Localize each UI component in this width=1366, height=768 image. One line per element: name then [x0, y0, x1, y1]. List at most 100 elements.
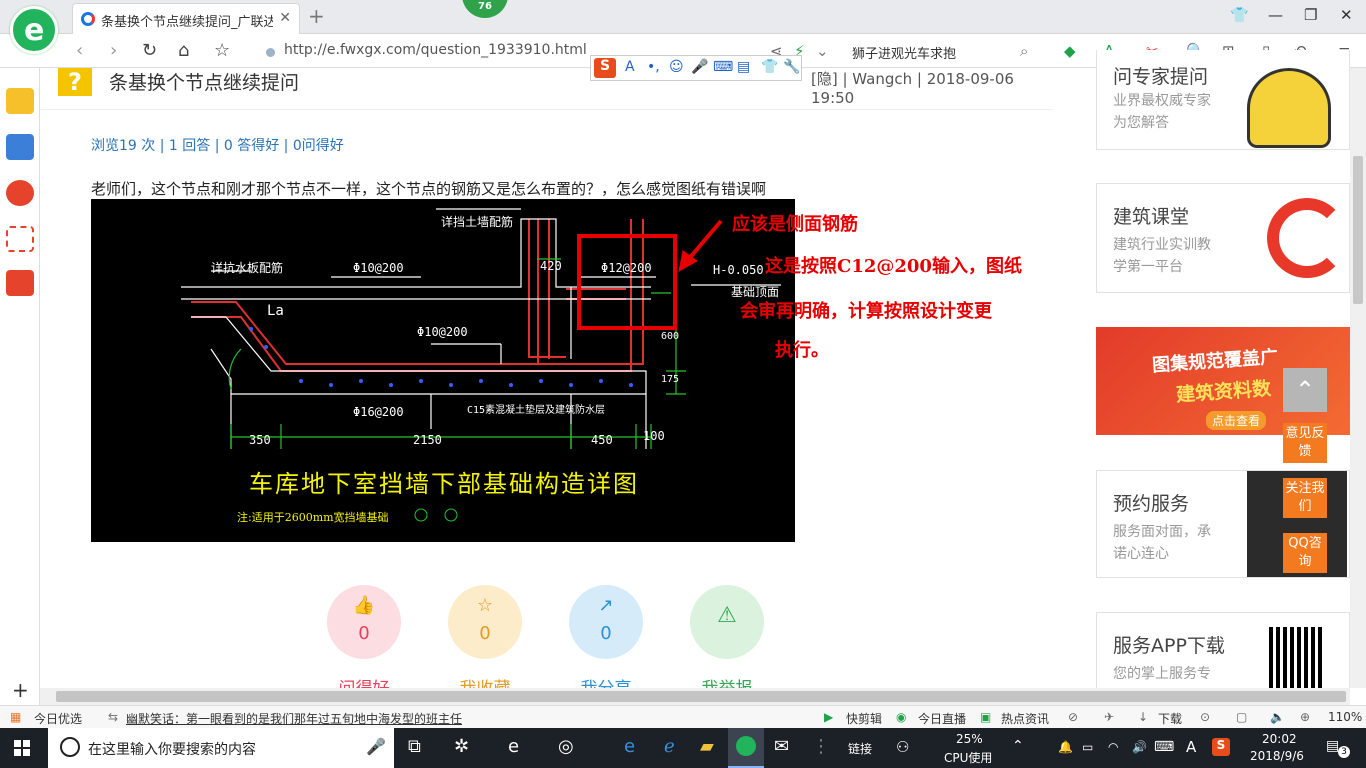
today-picks[interactable]: 今日优选	[34, 710, 82, 727]
speed-badge[interactable]: 76	[462, 0, 508, 18]
zoom-icon[interactable]: ⊕	[1300, 710, 1310, 724]
weibo-icon[interactable]	[6, 180, 34, 206]
windows-taskbar: 在这里输入你要搜索的内容 🎤 ⧉ ✲ e ◎ e ℯ ▰ ✉ ⋮ 链接 ⚇ 25…	[0, 728, 1366, 768]
forward-icon[interactable]: ›	[110, 40, 117, 61]
notification-bell-icon[interactable]: 🔔	[1058, 740, 1073, 754]
ime-keyboard-icon[interactable]: ⌨	[713, 59, 733, 75]
ime-voice-icon[interactable]: 🎤	[691, 59, 708, 75]
vertical-scrollbar[interactable]	[1350, 68, 1366, 688]
add-icon[interactable]: +	[12, 678, 29, 702]
star-outline-icon: ☆	[476, 595, 494, 616]
feedback-button[interactable]: 意见反馈	[1283, 423, 1327, 463]
scroll-thumb[interactable]	[56, 691, 1346, 702]
chevron-up-icon[interactable]: ⌃	[1012, 738, 1024, 754]
task-view-icon[interactable]: ⧉	[408, 736, 421, 757]
back-to-top-button[interactable]: ⌃	[1283, 368, 1327, 412]
shirt-skin-icon[interactable]: 👕	[1230, 6, 1249, 24]
ime-tools-icon[interactable]: ▤	[737, 59, 750, 75]
classroom-card[interactable]: 建筑课堂 建筑行业实训教 学第一平台	[1096, 183, 1350, 293]
back-icon[interactable]: ‹	[76, 40, 83, 61]
reader-icon[interactable]	[6, 134, 34, 160]
quickedit-icon: ▶	[824, 710, 834, 724]
search-input[interactable]: 狮子进观光车求抱	[846, 39, 1042, 63]
folder-icon[interactable]: ▰	[700, 736, 714, 757]
scroll-thumb[interactable]	[1353, 156, 1363, 304]
refresh-icon[interactable]: ↻	[142, 40, 157, 61]
zoom-level[interactable]: 110%	[1328, 710, 1362, 724]
browser-logo-icon[interactable]: e	[10, 6, 58, 54]
wifi-icon[interactable]: ◠	[1108, 740, 1118, 754]
news-ticker[interactable]: 幽默笑话：第一眼看到的是我们那年过五旬地中海发型的班主任	[126, 710, 462, 727]
ask-expert-card[interactable]: 问专家提问 业界最权威专家 为您解答	[1096, 50, 1350, 150]
sogou-tray-icon[interactable]: S	[1212, 738, 1230, 756]
ime-skin-icon[interactable]: 👕	[761, 59, 778, 75]
taskbar-search-input[interactable]: 在这里输入你要搜索的内容 🎤	[48, 728, 394, 768]
share-button[interactable]: ↗ 0	[569, 585, 643, 659]
cad-dimension: 2150	[413, 433, 442, 447]
cleanup-icon[interactable]: ⊙	[1200, 710, 1210, 724]
banner-line2: 建筑资料数	[1175, 377, 1272, 407]
link-label[interactable]: 链接	[848, 740, 872, 757]
warning-icon: ⚠	[717, 603, 737, 628]
card-title: 服务APP下载	[1113, 635, 1225, 657]
edge-icon[interactable]: e	[624, 736, 635, 757]
home-icon[interactable]: ⌂	[178, 40, 189, 61]
close-window-icon[interactable]: ✕	[1340, 6, 1353, 24]
notification-count: 3	[1338, 746, 1350, 758]
compat-icon[interactable]: ⊘	[1068, 710, 1078, 724]
ime-wrench-icon[interactable]: 🔧	[783, 59, 800, 75]
pin-icon[interactable]: ✈	[1104, 710, 1114, 724]
volume-icon[interactable]: 🔊	[1132, 740, 1147, 754]
ime-punct-icon[interactable]: •,	[647, 59, 660, 75]
sogou-icon[interactable]: S	[594, 58, 616, 78]
spiral-app-icon[interactable]: ◎	[558, 736, 574, 757]
minimize-icon[interactable]: —	[1268, 6, 1283, 24]
download-link[interactable]: 下载	[1158, 710, 1182, 727]
battery-icon[interactable]: ▭	[1082, 740, 1093, 754]
question-stats[interactable]: 浏览19 次 | 1 回答 | 0 答得好 | 0问得好	[91, 135, 344, 155]
share-box-icon: ↗	[598, 595, 614, 616]
ie-icon[interactable]: ℯ	[664, 736, 675, 757]
ime-emoji-icon[interactable]: ☺	[669, 59, 684, 75]
quickedit-link[interactable]: 快剪辑	[846, 710, 882, 727]
horizontal-scrollbar[interactable]	[40, 688, 1350, 705]
live-link[interactable]: 今日直播	[918, 710, 966, 727]
ime-indicator[interactable]: A	[1186, 738, 1196, 756]
browser-tab[interactable]: 条基换个节点继续提问_广联达服 ✕	[72, 3, 300, 34]
favorites-icon[interactable]	[6, 88, 34, 114]
thumbs-up-icon: 👍	[352, 595, 376, 616]
hot-news-link[interactable]: 热点资讯	[1001, 710, 1049, 727]
game-icon[interactable]	[6, 270, 34, 296]
cad-dimension: 175	[661, 374, 680, 385]
star-icon[interactable]: ☆	[214, 40, 230, 61]
new-tab-icon[interactable]: +	[308, 4, 325, 28]
close-tab-icon[interactable]: ✕	[279, 10, 291, 26]
window-icon[interactable]: ▢	[1236, 710, 1247, 724]
today-icon[interactable]: ▦	[10, 710, 21, 724]
good-question-button[interactable]: 👍 0	[327, 585, 401, 659]
clock-date[interactable]: 2018/9/6	[1250, 749, 1304, 763]
browser-e-icon[interactable]: e	[508, 736, 519, 757]
microphone-icon[interactable]: 🎤	[366, 737, 386, 756]
keyboard-icon[interactable]: ⌨	[1154, 739, 1174, 755]
ime-lang-icon[interactable]: A	[625, 59, 635, 75]
qq-consult-button[interactable]: QQ咨询	[1283, 533, 1327, 573]
favorite-button[interactable]: ☆ 0	[448, 585, 522, 659]
report-button[interactable]: ⚠	[690, 585, 764, 659]
sound-icon[interactable]: 🔈	[1270, 710, 1285, 724]
windows-start-icon[interactable]	[14, 740, 30, 756]
active-browser-task[interactable]	[728, 728, 764, 768]
follow-us-button[interactable]: 关注我们	[1283, 478, 1327, 518]
banner-button[interactable]: 点击查看	[1206, 411, 1267, 430]
clock-time[interactable]: 20:02	[1262, 732, 1297, 746]
maximize-icon[interactable]: ❐	[1304, 6, 1317, 24]
app-download-card[interactable]: 服务APP下载 您的掌上服务专	[1096, 612, 1350, 688]
chevron-down-icon[interactable]: ⌄	[816, 42, 829, 60]
shield-icon[interactable]: ◆	[1064, 42, 1076, 60]
email-icon[interactable]	[6, 226, 34, 252]
fan-app-icon[interactable]: ✲	[454, 736, 469, 757]
search-icon[interactable]: ⌕	[1020, 42, 1028, 60]
mail-icon[interactable]: ✉	[774, 736, 789, 757]
ime-toolbar: S A •, ☺ 🎤 ⌨ ▤ 👕 🔧	[590, 55, 802, 81]
people-icon[interactable]: ⚇	[896, 738, 909, 756]
